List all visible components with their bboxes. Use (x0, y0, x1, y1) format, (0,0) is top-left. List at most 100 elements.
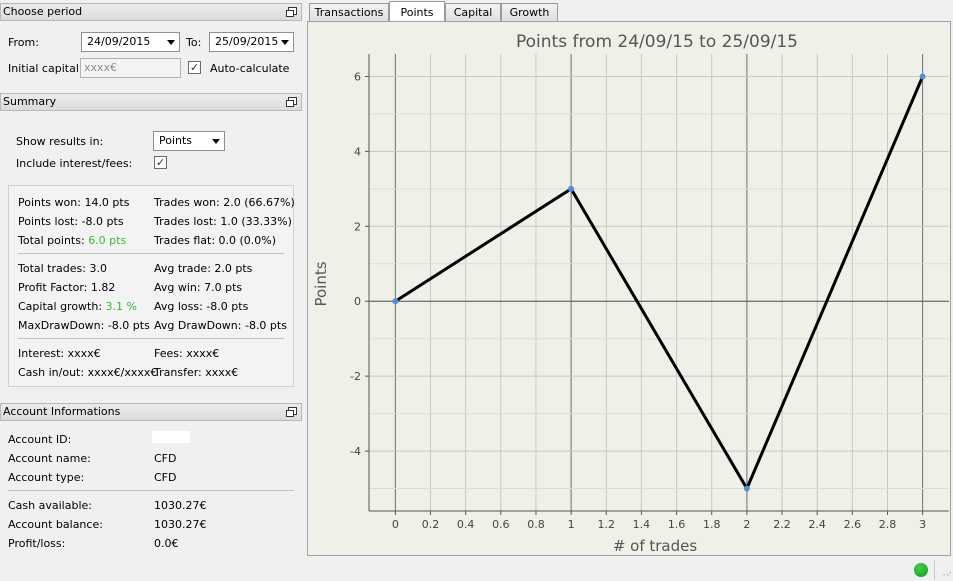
cash-available-label: Cash available: (8, 499, 92, 512)
undock-icon[interactable] (286, 407, 297, 417)
undock-icon[interactable] (286, 97, 297, 107)
avg-win: Avg win: 7.0 pts (154, 281, 243, 294)
account-type-label: Account type: (8, 471, 85, 484)
account-type-value: CFD (154, 471, 177, 484)
avg-loss: Avg loss: -8.0 pts (154, 300, 249, 313)
y-tick-label: 2 (354, 220, 361, 233)
data-point (743, 485, 750, 492)
total-points-value: 6.0 pts (88, 234, 127, 247)
y-tick-label: 6 (354, 70, 361, 83)
include-interest-label: Include interest/fees: (16, 157, 133, 170)
capital-growth-value: 3.1 % (105, 300, 137, 313)
y-tick-label: -2 (350, 370, 361, 383)
choose-period-header[interactable]: Choose period (0, 3, 302, 21)
max-drawdown: MaxDrawDown: -8.0 pts (18, 319, 150, 332)
tab-capital[interactable]: Capital (445, 3, 501, 22)
x-tick-label: 1.6 (668, 518, 686, 531)
cash-available-value: 1030.27€ (154, 499, 207, 512)
y-axis-label: Points (312, 261, 330, 306)
summary-header[interactable]: Summary (0, 93, 302, 111)
divider (8, 490, 294, 491)
account-id-label: Account ID: (8, 433, 72, 446)
status-divider (934, 560, 935, 580)
total-points: Total points: 6.0 pts (18, 234, 126, 247)
divider (18, 338, 284, 339)
capital-growth: Capital growth: 3.1 % (18, 300, 137, 313)
account-info-header[interactable]: Account Informations (0, 403, 302, 421)
trades-flat: Trades flat: 0.0 (0.0%) (154, 234, 277, 247)
avg-drawdown: Avg DrawDown: -8.0 pts (154, 319, 287, 332)
fees: Fees: xxxx€ (154, 347, 220, 360)
x-tick-label: 1.4 (633, 518, 651, 531)
initial-capital-value: xxxx€ (84, 61, 118, 74)
account-name-label: Account name: (8, 452, 91, 465)
x-tick-label: 2.2 (773, 518, 791, 531)
from-label: From: (8, 36, 39, 49)
include-interest-checkbox[interactable]: ✓ (154, 156, 167, 169)
account-balance-value: 1030.27€ (154, 518, 207, 531)
auto-calculate-label: Auto-calculate (210, 62, 290, 75)
points-won: Points won: 14.0 pts (18, 196, 130, 209)
transfer: Transfer: xxxx€ (154, 366, 239, 379)
x-tick-label: 2 (743, 518, 750, 531)
x-tick-label: 1.2 (598, 518, 616, 531)
y-tick-label: 0 (354, 295, 361, 308)
show-results-label: Show results in: (16, 135, 104, 148)
capital-growth-label: Capital growth: (18, 300, 106, 313)
tab-points[interactable]: Points (389, 1, 445, 22)
to-label: To: (186, 36, 202, 49)
plot-area (369, 54, 949, 511)
trades-won: Trades won: 2.0 (66.67%) (154, 196, 295, 209)
x-tick-label: 2.4 (808, 518, 826, 531)
profit-loss-value: 0.0€ (154, 537, 179, 550)
data-point (919, 73, 926, 80)
chevron-down-icon (212, 139, 220, 144)
tab-transactions[interactable]: Transactions (309, 3, 389, 22)
divider (18, 253, 284, 254)
from-date-combo[interactable]: 24/09/2015 (81, 32, 180, 52)
profit-loss-label: Profit/loss: (8, 537, 66, 550)
choose-period-title: Choose period (3, 5, 83, 18)
initial-capital-input[interactable]: xxxx€ (80, 58, 181, 78)
x-tick-label: 1 (568, 518, 575, 531)
chart-panel: Points from 24/09/15 to 25/09/15 # of tr… (307, 21, 951, 556)
initial-capital-label: Initial capital: (8, 62, 83, 75)
summary-title: Summary (3, 95, 57, 108)
auto-calculate-checkbox[interactable]: ✓ (188, 61, 201, 74)
to-date-combo[interactable]: 25/09/2015 (209, 32, 294, 52)
total-trades: Total trades: 3.0 (18, 262, 107, 275)
account-info-title: Account Informations (3, 405, 121, 418)
show-results-value: Points (159, 134, 193, 147)
y-tick-label: -4 (350, 445, 361, 458)
trades-lost: Trades lost: 1.0 (33.33%) (154, 215, 292, 228)
undock-icon[interactable] (286, 7, 297, 17)
resize-grip-icon[interactable]: ⠠⠔ (940, 570, 952, 580)
from-date-value: 24/09/2015 (87, 35, 151, 48)
x-tick-label: 0.8 (527, 518, 545, 531)
x-tick-label: 0.6 (492, 518, 510, 531)
profit-factor: Profit Factor: 1.82 (18, 281, 116, 294)
x-tick-label: 2.6 (844, 518, 862, 531)
total-points-label: Total points: (18, 234, 89, 247)
interest: Interest: xxxx€ (18, 347, 101, 360)
chevron-down-icon (281, 40, 289, 45)
show-results-combo[interactable]: Points (153, 131, 225, 151)
connection-status-icon (914, 563, 928, 577)
x-tick-label: 1.8 (703, 518, 721, 531)
to-date-value: 25/09/2015 (215, 35, 279, 48)
avg-trade: Avg trade: 2.0 pts (154, 262, 253, 275)
account-name-value: CFD (154, 452, 177, 465)
x-tick-label: 3 (919, 518, 926, 531)
account-id-redacted (152, 431, 190, 443)
x-tick-label: 2.8 (879, 518, 897, 531)
y-tick-label: 4 (354, 145, 361, 158)
chart-title: Points from 24/09/15 to 25/09/15 (516, 32, 798, 52)
cash-in-out: Cash in/out: xxxx€/xxxx€ (18, 366, 158, 379)
x-tick-label: 0.4 (457, 518, 475, 531)
chevron-down-icon (167, 40, 175, 45)
data-point (568, 185, 575, 192)
summary-stats-box: Points won: 14.0 pts Points lost: -8.0 p… (8, 185, 295, 387)
tab-growth[interactable]: Growth (501, 3, 558, 22)
x-tick-label: 0.2 (422, 518, 440, 531)
points-chart: Points from 24/09/15 to 25/09/15 # of tr… (312, 32, 949, 555)
